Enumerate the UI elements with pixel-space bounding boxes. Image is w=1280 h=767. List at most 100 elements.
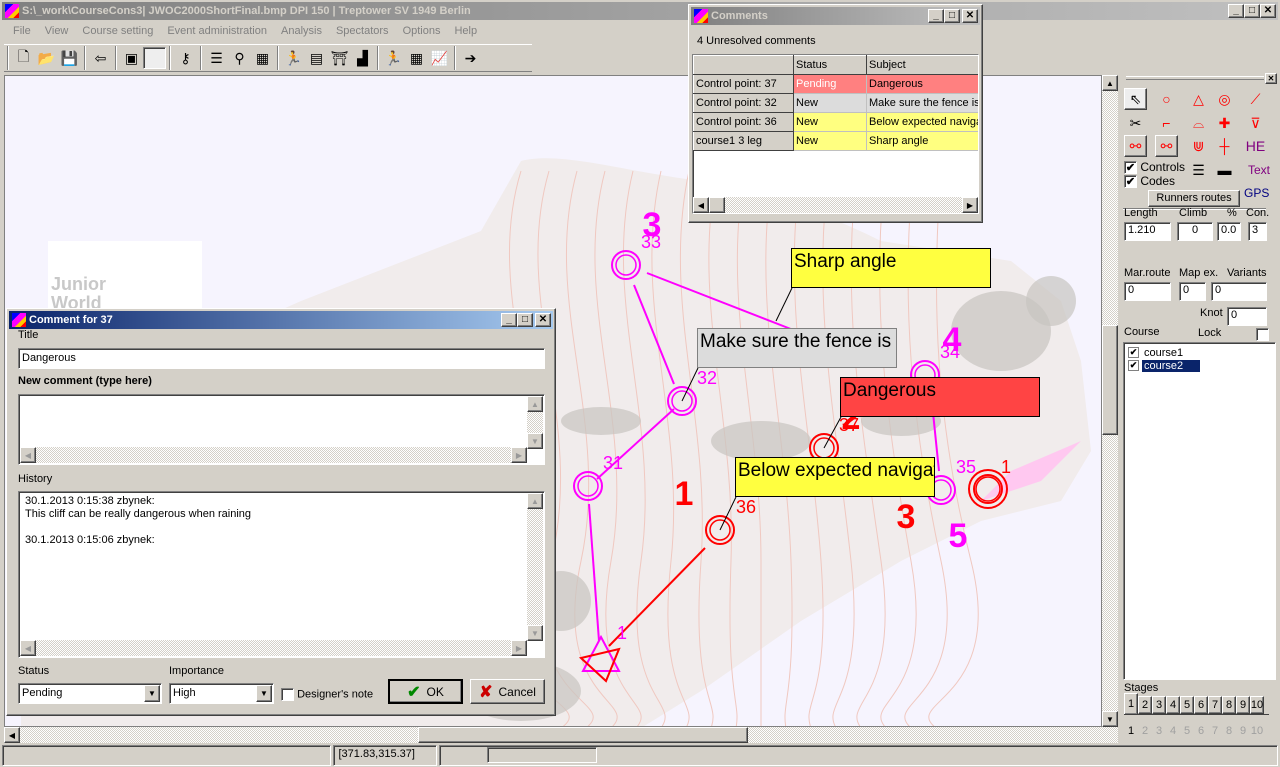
first-aid-tool[interactable]: ✚ bbox=[1213, 112, 1236, 134]
comment-row[interactable]: Control point: 32 New Make sure the fence … bbox=[693, 93, 978, 113]
column-header[interactable]: Subject bbox=[866, 55, 978, 75]
description-sheet-tool[interactable]: ☰ bbox=[1187, 159, 1210, 181]
text-tool[interactable]: Text bbox=[1244, 159, 1274, 181]
close-button[interactable]: ✕ bbox=[962, 9, 978, 23]
menu-help[interactable]: Help bbox=[447, 25, 484, 37]
panel-close-button[interactable]: ✕ bbox=[1265, 73, 1277, 84]
maximize-button[interactable]: □ bbox=[944, 9, 960, 23]
new-comment-textarea[interactable]: ▲ ▼ ◀ ▶ bbox=[18, 394, 545, 465]
crosshair-tool[interactable]: ┼ bbox=[1213, 135, 1236, 157]
row-status[interactable]: New bbox=[793, 131, 867, 151]
panel-grip[interactable] bbox=[1126, 76, 1264, 80]
codes-toggle[interactable]: ✔ Codes bbox=[1124, 174, 1175, 189]
start-triangle-tool[interactable]: △ bbox=[1187, 88, 1210, 110]
list-button[interactable]: ☰ bbox=[205, 47, 228, 69]
course-item[interactable]: ✔ course2 bbox=[1128, 359, 1271, 372]
comment-callout[interactable]: Make sure the fence is bbox=[697, 328, 897, 368]
marroute-field[interactable]: 0 bbox=[1124, 282, 1171, 301]
main-title-bar[interactable]: S:\_work\CourseCons3| JWOC2000ShortFinal… bbox=[2, 2, 1278, 20]
ok-button[interactable]: ✔ OK bbox=[388, 679, 463, 704]
course-item[interactable]: ✔ course1 bbox=[1128, 346, 1271, 359]
control-circle-tool[interactable]: ○ bbox=[1155, 88, 1178, 110]
scroll-down-button[interactable]: ▼ bbox=[1102, 711, 1118, 727]
menu-analysis[interactable]: Analysis bbox=[274, 25, 329, 37]
comment-row[interactable]: Control point: 36 New Below expected navig… bbox=[693, 112, 978, 132]
blank-button[interactable] bbox=[143, 47, 166, 69]
course-tree-button[interactable]: ⚲ bbox=[228, 47, 251, 69]
lock-checkbox[interactable] bbox=[1256, 328, 1269, 341]
finish-gate-button[interactable]: ⛩ bbox=[328, 47, 351, 69]
chevron-down-icon[interactable]: ▼ bbox=[144, 685, 160, 702]
course-net-tool[interactable]: ⚯ bbox=[1124, 135, 1147, 157]
he-tool[interactable]: HE bbox=[1244, 135, 1267, 157]
map-vertical-scrollbar[interactable]: ▲ ▼ bbox=[1102, 75, 1118, 727]
maximize-button[interactable]: □ bbox=[517, 313, 533, 327]
column-header[interactable] bbox=[693, 55, 794, 75]
mapex-field[interactable]: 0 bbox=[1179, 282, 1206, 301]
stage-tab[interactable]: 3 bbox=[1152, 696, 1166, 714]
stage-tab[interactable]: 10 bbox=[1250, 696, 1264, 714]
map-horizontal-scrollbar[interactable]: ◀ bbox=[4, 727, 1118, 743]
scissors-tool[interactable]: ✂ bbox=[1124, 112, 1147, 134]
runner-arrow-button[interactable]: ➔ bbox=[459, 47, 482, 69]
scroll-thumb[interactable] bbox=[1102, 325, 1118, 435]
row-subject[interactable]: Below expected naviga bbox=[866, 112, 978, 132]
scroll-thumb[interactable] bbox=[418, 727, 748, 743]
length-field[interactable]: 1.210 bbox=[1124, 222, 1171, 241]
maximize-button[interactable]: □ bbox=[1244, 4, 1260, 18]
cancel-button[interactable]: ✘ Cancel bbox=[470, 679, 545, 704]
exit-button[interactable]: ⇦ bbox=[89, 47, 112, 69]
comments-title-bar[interactable]: Comments _ □ ✕ bbox=[691, 7, 980, 25]
percent-field[interactable]: 0.0 bbox=[1217, 222, 1241, 241]
stage-tab[interactable]: 5 bbox=[1180, 696, 1194, 714]
podium-button[interactable]: ▟ bbox=[351, 47, 374, 69]
row-item[interactable]: Control point: 36 bbox=[693, 112, 794, 132]
gps-button[interactable]: GPS bbox=[1244, 186, 1269, 200]
water-point-tool[interactable]: ⌓ bbox=[1187, 112, 1210, 134]
row-item[interactable]: course1 3 leg bbox=[693, 131, 794, 151]
close-button[interactable]: ✕ bbox=[1260, 4, 1276, 18]
menu-course-setting[interactable]: Course setting bbox=[75, 25, 160, 37]
scroll-right-button[interactable]: ▶ bbox=[962, 197, 978, 213]
stage-tab[interactable]: 7 bbox=[1208, 696, 1222, 714]
title-input[interactable]: Dangerous bbox=[18, 348, 545, 369]
chevron-down-icon[interactable]: ▼ bbox=[256, 685, 272, 702]
comment-callout[interactable]: Below expected navigation bbox=[735, 457, 935, 497]
grid-controls-button[interactable]: ▦ bbox=[251, 47, 274, 69]
comment-callout[interactable]: Dangerous bbox=[840, 377, 1040, 417]
stage-tab[interactable]: 4 bbox=[1166, 696, 1180, 714]
crossing-point-tool[interactable]: ⟋ bbox=[1244, 88, 1267, 110]
stage-tab[interactable]: 1 bbox=[1124, 693, 1138, 714]
stage-tab[interactable]: 6 bbox=[1194, 696, 1208, 714]
key-button[interactable]: ⚷ bbox=[174, 47, 197, 69]
chart-button[interactable]: 📈 bbox=[428, 47, 451, 69]
controls-checkbox[interactable]: ✔ bbox=[1124, 161, 1137, 175]
controls-toggle[interactable]: ✔ Controls bbox=[1124, 160, 1185, 175]
menu-options[interactable]: Options bbox=[396, 25, 448, 37]
comment-dialog-title-bar[interactable]: Comment for 37 _ □ ✕ bbox=[9, 311, 553, 329]
table-button[interactable]: ▦ bbox=[405, 47, 428, 69]
course-net-edit-tool[interactable]: ⚯ bbox=[1155, 135, 1178, 157]
course-list[interactable]: ✔ course1 ✔ course2 bbox=[1123, 342, 1276, 680]
comment-row[interactable]: course1 3 leg New Sharp angle bbox=[693, 131, 978, 151]
row-status[interactable]: New bbox=[793, 93, 867, 113]
history-textarea[interactable]: ▲ ▼ ◀ ▶ 30.1.2013 0:15:38 zbynek: This clif… bbox=[18, 491, 545, 658]
scroll-up-button[interactable]: ▲ bbox=[1102, 75, 1118, 91]
importance-select[interactable]: High ▼ bbox=[169, 683, 274, 704]
row-item[interactable]: Control point: 32 bbox=[693, 93, 794, 113]
row-status[interactable]: New bbox=[793, 112, 867, 132]
row-status[interactable]: Pending bbox=[793, 74, 867, 94]
knot-field[interactable]: 0 bbox=[1227, 307, 1267, 326]
stage-tab[interactable]: 9 bbox=[1236, 696, 1250, 714]
designers-note-checkbox[interactable] bbox=[281, 688, 294, 701]
minimize-button[interactable]: _ bbox=[501, 313, 517, 327]
row-subject[interactable]: Dangerous bbox=[866, 74, 978, 94]
scroll-thumb[interactable] bbox=[709, 197, 725, 213]
save-button[interactable]: 💾 bbox=[58, 47, 81, 69]
codes-checkbox[interactable]: ✔ bbox=[1124, 175, 1137, 189]
horizontal-scrollbar[interactable]: ◀ ▶ bbox=[20, 640, 527, 656]
column-header[interactable]: Status bbox=[793, 55, 867, 75]
toolbar-grip[interactable] bbox=[7, 46, 9, 70]
stage-tab[interactable]: 2 bbox=[1138, 696, 1152, 714]
vertical-scrollbar[interactable]: ▲ ▼ bbox=[527, 493, 543, 641]
